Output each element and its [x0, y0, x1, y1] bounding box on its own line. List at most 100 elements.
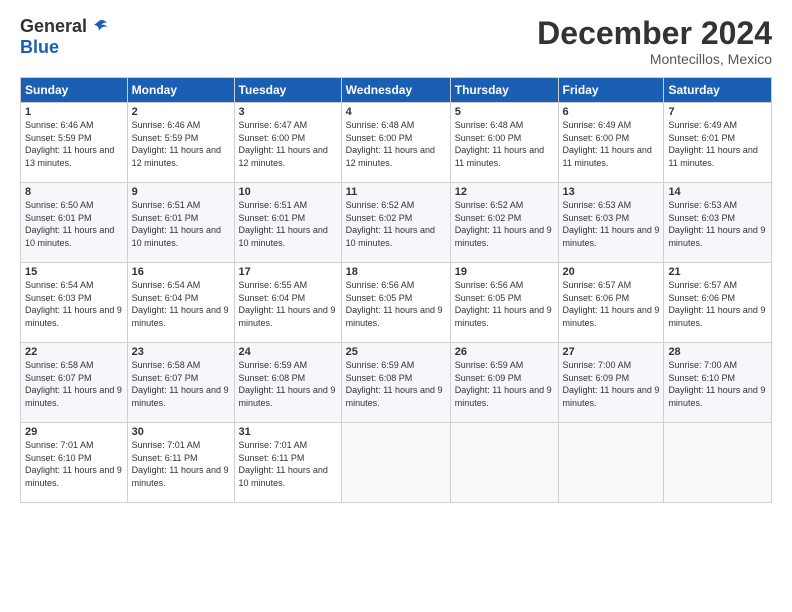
location-text: Montecillos, Mexico — [537, 51, 772, 67]
day-number: 4 — [346, 106, 446, 118]
day-number: 8 — [25, 186, 123, 198]
day-number: 10 — [239, 186, 337, 198]
calendar-cell: 10Sunrise: 6:51 AMSunset: 6:01 PMDayligh… — [234, 183, 341, 263]
day-number: 30 — [132, 426, 230, 438]
day-number: 19 — [455, 266, 554, 278]
day-info: Sunrise: 6:57 AMSunset: 6:06 PMDaylight:… — [668, 279, 767, 329]
day-info: Sunrise: 6:58 AMSunset: 6:07 PMDaylight:… — [132, 359, 230, 409]
day-info: Sunrise: 6:59 AMSunset: 6:08 PMDaylight:… — [346, 359, 446, 409]
calendar-cell: 9Sunrise: 6:51 AMSunset: 6:01 PMDaylight… — [127, 183, 234, 263]
title-block: December 2024 Montecillos, Mexico — [537, 16, 772, 67]
calendar-cell: 22Sunrise: 6:58 AMSunset: 6:07 PMDayligh… — [21, 343, 128, 423]
month-title: December 2024 — [537, 16, 772, 51]
day-number: 6 — [563, 106, 660, 118]
calendar-cell: 14Sunrise: 6:53 AMSunset: 6:03 PMDayligh… — [664, 183, 772, 263]
calendar-cell: 29Sunrise: 7:01 AMSunset: 6:10 PMDayligh… — [21, 423, 128, 503]
calendar-cell — [450, 423, 558, 503]
day-info: Sunrise: 6:47 AMSunset: 6:00 PMDaylight:… — [239, 119, 337, 169]
day-info: Sunrise: 7:00 AMSunset: 6:09 PMDaylight:… — [563, 359, 660, 409]
day-number: 31 — [239, 426, 337, 438]
calendar-week-4: 22Sunrise: 6:58 AMSunset: 6:07 PMDayligh… — [21, 343, 772, 423]
calendar-cell: 1Sunrise: 6:46 AMSunset: 5:59 PMDaylight… — [21, 103, 128, 183]
day-info: Sunrise: 6:58 AMSunset: 6:07 PMDaylight:… — [25, 359, 123, 409]
day-number: 14 — [668, 186, 767, 198]
day-info: Sunrise: 6:48 AMSunset: 6:00 PMDaylight:… — [346, 119, 446, 169]
calendar-cell: 11Sunrise: 6:52 AMSunset: 6:02 PMDayligh… — [341, 183, 450, 263]
calendar-cell — [558, 423, 664, 503]
calendar-cell: 19Sunrise: 6:56 AMSunset: 6:05 PMDayligh… — [450, 263, 558, 343]
calendar-cell: 15Sunrise: 6:54 AMSunset: 6:03 PMDayligh… — [21, 263, 128, 343]
header-thursday: Thursday — [450, 78, 558, 103]
calendar-cell: 28Sunrise: 7:00 AMSunset: 6:10 PMDayligh… — [664, 343, 772, 423]
day-info: Sunrise: 6:54 AMSunset: 6:03 PMDaylight:… — [25, 279, 123, 329]
day-info: Sunrise: 7:00 AMSunset: 6:10 PMDaylight:… — [668, 359, 767, 409]
day-info: Sunrise: 7:01 AMSunset: 6:11 PMDaylight:… — [132, 439, 230, 489]
day-info: Sunrise: 6:55 AMSunset: 6:04 PMDaylight:… — [239, 279, 337, 329]
day-info: Sunrise: 6:51 AMSunset: 6:01 PMDaylight:… — [132, 199, 230, 249]
day-number: 27 — [563, 346, 660, 358]
calendar-cell: 4Sunrise: 6:48 AMSunset: 6:00 PMDaylight… — [341, 103, 450, 183]
calendar-cell — [664, 423, 772, 503]
calendar-cell: 20Sunrise: 6:57 AMSunset: 6:06 PMDayligh… — [558, 263, 664, 343]
calendar-cell: 24Sunrise: 6:59 AMSunset: 6:08 PMDayligh… — [234, 343, 341, 423]
day-number: 23 — [132, 346, 230, 358]
day-number: 5 — [455, 106, 554, 118]
calendar-cell: 8Sunrise: 6:50 AMSunset: 6:01 PMDaylight… — [21, 183, 128, 263]
header: General Blue December 2024 Montecillos, … — [20, 16, 772, 67]
day-info: Sunrise: 6:56 AMSunset: 6:05 PMDaylight:… — [346, 279, 446, 329]
logo-general-text: General — [20, 16, 87, 37]
day-number: 29 — [25, 426, 123, 438]
day-info: Sunrise: 6:52 AMSunset: 6:02 PMDaylight:… — [455, 199, 554, 249]
logo-blue-text: Blue — [20, 37, 59, 58]
calendar-cell: 2Sunrise: 6:46 AMSunset: 5:59 PMDaylight… — [127, 103, 234, 183]
calendar-cell: 23Sunrise: 6:58 AMSunset: 6:07 PMDayligh… — [127, 343, 234, 423]
day-number: 1 — [25, 106, 123, 118]
calendar-cell: 7Sunrise: 6:49 AMSunset: 6:01 PMDaylight… — [664, 103, 772, 183]
calendar-table: Sunday Monday Tuesday Wednesday Thursday… — [20, 77, 772, 503]
day-info: Sunrise: 6:49 AMSunset: 6:00 PMDaylight:… — [563, 119, 660, 169]
header-tuesday: Tuesday — [234, 78, 341, 103]
day-number: 28 — [668, 346, 767, 358]
day-info: Sunrise: 6:53 AMSunset: 6:03 PMDaylight:… — [668, 199, 767, 249]
day-number: 18 — [346, 266, 446, 278]
day-number: 3 — [239, 106, 337, 118]
day-info: Sunrise: 7:01 AMSunset: 6:10 PMDaylight:… — [25, 439, 123, 489]
calendar-cell: 13Sunrise: 6:53 AMSunset: 6:03 PMDayligh… — [558, 183, 664, 263]
calendar-cell: 18Sunrise: 6:56 AMSunset: 6:05 PMDayligh… — [341, 263, 450, 343]
logo: General Blue — [20, 16, 109, 58]
calendar-cell: 12Sunrise: 6:52 AMSunset: 6:02 PMDayligh… — [450, 183, 558, 263]
header-saturday: Saturday — [664, 78, 772, 103]
day-info: Sunrise: 6:59 AMSunset: 6:08 PMDaylight:… — [239, 359, 337, 409]
day-info: Sunrise: 6:50 AMSunset: 6:01 PMDaylight:… — [25, 199, 123, 249]
day-number: 22 — [25, 346, 123, 358]
calendar-header-row: Sunday Monday Tuesday Wednesday Thursday… — [21, 78, 772, 103]
header-monday: Monday — [127, 78, 234, 103]
logo-bird-icon — [89, 17, 109, 37]
calendar-week-1: 1Sunrise: 6:46 AMSunset: 5:59 PMDaylight… — [21, 103, 772, 183]
day-number: 12 — [455, 186, 554, 198]
day-info: Sunrise: 6:46 AMSunset: 5:59 PMDaylight:… — [132, 119, 230, 169]
page: General Blue December 2024 Montecillos, … — [0, 0, 792, 612]
day-info: Sunrise: 6:46 AMSunset: 5:59 PMDaylight:… — [25, 119, 123, 169]
calendar-cell: 5Sunrise: 6:48 AMSunset: 6:00 PMDaylight… — [450, 103, 558, 183]
calendar-cell: 17Sunrise: 6:55 AMSunset: 6:04 PMDayligh… — [234, 263, 341, 343]
day-info: Sunrise: 6:52 AMSunset: 6:02 PMDaylight:… — [346, 199, 446, 249]
calendar-cell: 26Sunrise: 6:59 AMSunset: 6:09 PMDayligh… — [450, 343, 558, 423]
day-number: 11 — [346, 186, 446, 198]
day-number: 21 — [668, 266, 767, 278]
day-info: Sunrise: 6:56 AMSunset: 6:05 PMDaylight:… — [455, 279, 554, 329]
calendar-cell: 3Sunrise: 6:47 AMSunset: 6:00 PMDaylight… — [234, 103, 341, 183]
header-wednesday: Wednesday — [341, 78, 450, 103]
header-sunday: Sunday — [21, 78, 128, 103]
calendar-cell — [341, 423, 450, 503]
day-number: 7 — [668, 106, 767, 118]
header-friday: Friday — [558, 78, 664, 103]
day-number: 2 — [132, 106, 230, 118]
day-info: Sunrise: 6:57 AMSunset: 6:06 PMDaylight:… — [563, 279, 660, 329]
day-info: Sunrise: 6:49 AMSunset: 6:01 PMDaylight:… — [668, 119, 767, 169]
day-number: 25 — [346, 346, 446, 358]
calendar-cell: 6Sunrise: 6:49 AMSunset: 6:00 PMDaylight… — [558, 103, 664, 183]
calendar-week-2: 8Sunrise: 6:50 AMSunset: 6:01 PMDaylight… — [21, 183, 772, 263]
day-number: 17 — [239, 266, 337, 278]
day-number: 16 — [132, 266, 230, 278]
